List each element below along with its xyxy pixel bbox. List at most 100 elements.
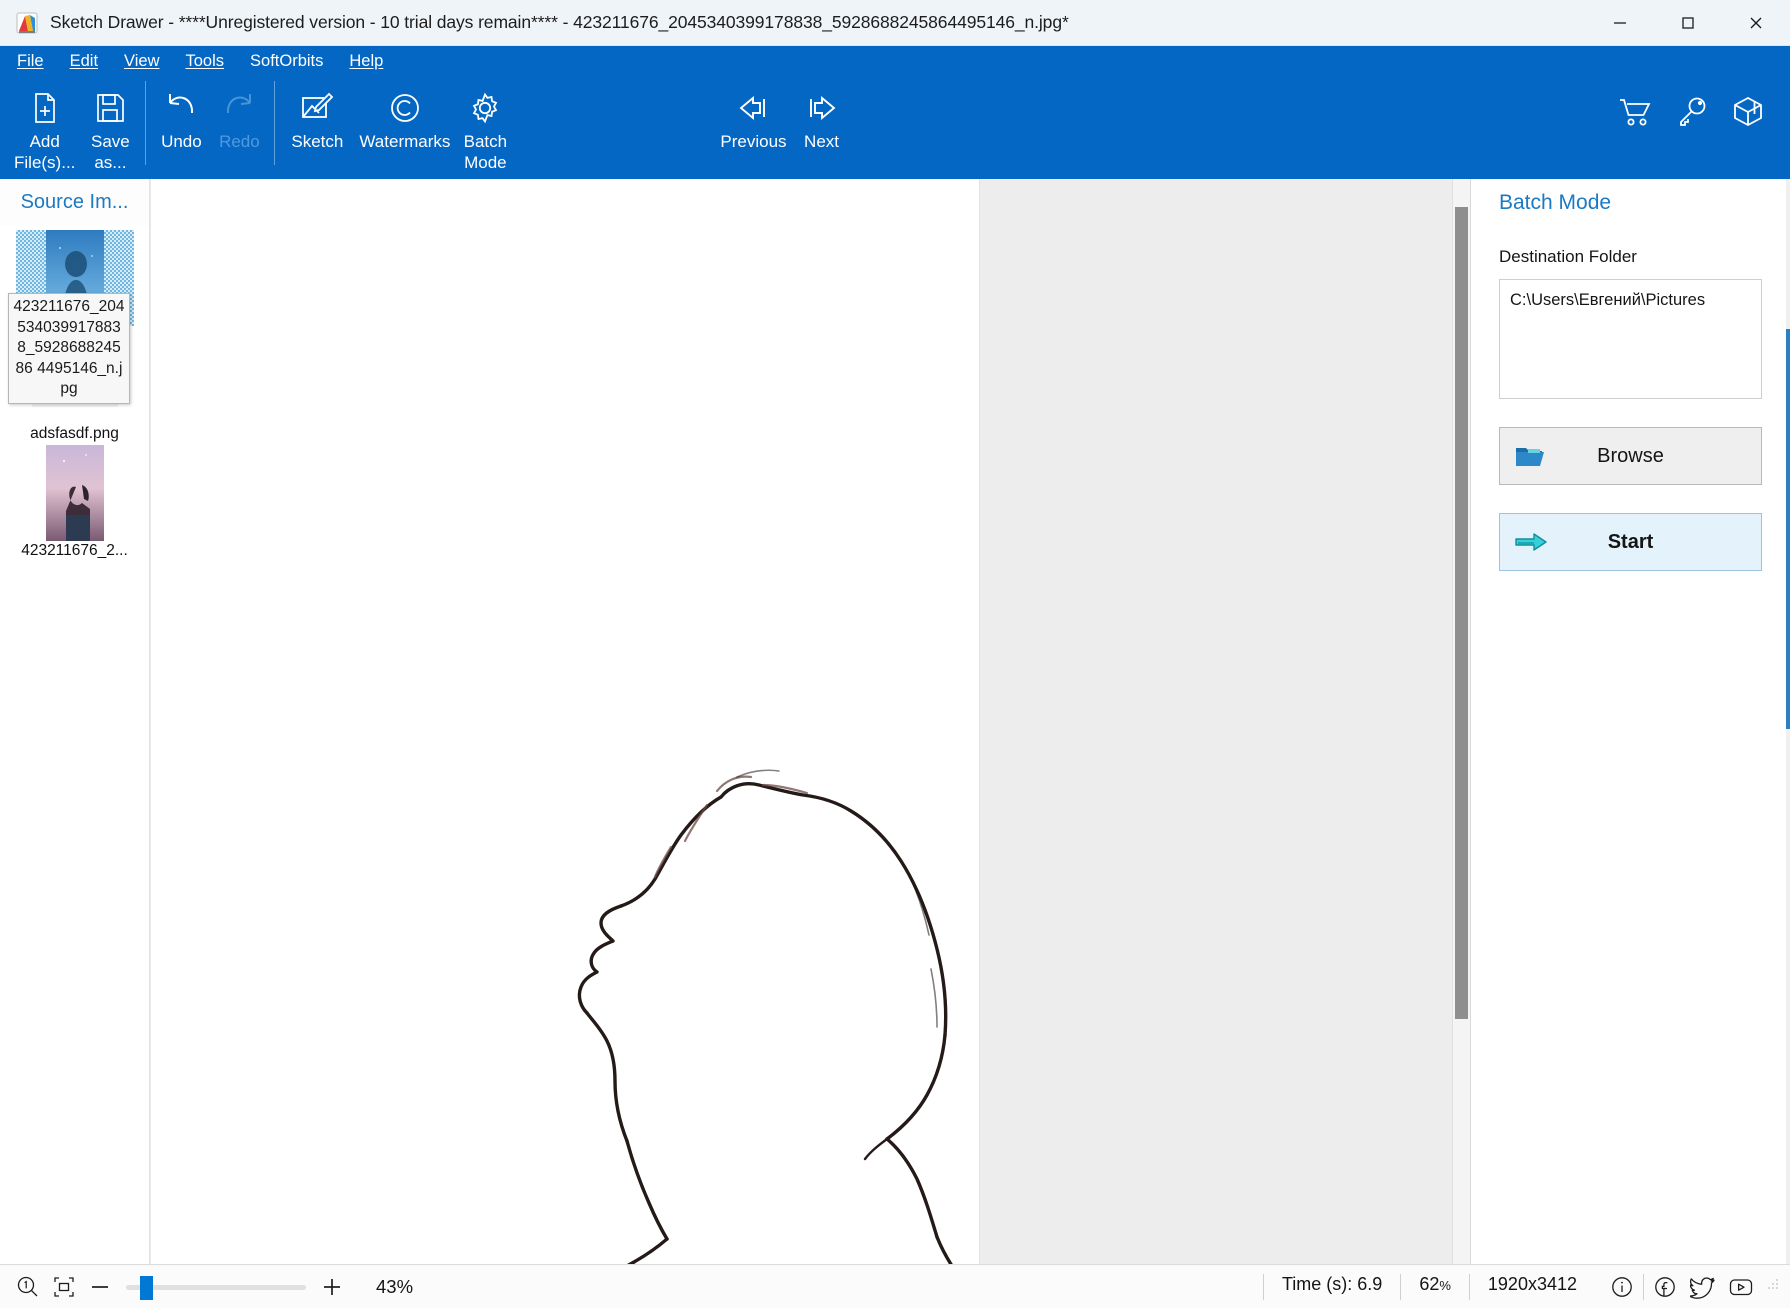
undo-label: Undo	[161, 132, 202, 151]
zoom-slider-knob[interactable]	[140, 1275, 153, 1300]
menu-softorbits-label: SoftOrbits	[250, 51, 324, 70]
facebook-icon[interactable]	[1646, 1270, 1684, 1304]
minimize-button[interactable]	[1586, 0, 1654, 45]
minus-icon	[92, 1285, 108, 1288]
save-as-icon	[93, 88, 127, 128]
menu-tools[interactable]: Tools	[186, 52, 238, 71]
menu-help[interactable]: Help	[349, 52, 396, 71]
add-files-label: Add File(s)...	[14, 132, 76, 172]
key-icon[interactable]	[1676, 97, 1708, 132]
fit-to-window-icon[interactable]	[46, 1270, 82, 1304]
redo-button[interactable]: Redo	[210, 76, 268, 179]
toolbar-separator-2	[274, 81, 276, 165]
canvas-vertical-scrollbar[interactable]	[1452, 179, 1470, 1264]
thumbnail-label-2: adsfasdf.png	[30, 425, 119, 442]
right-panel-scrollbar[interactable]	[1786, 179, 1790, 1264]
batch-mode-label: Batch Mode	[463, 132, 508, 172]
menu-softorbits[interactable]: SoftOrbits	[250, 52, 336, 71]
title-bar: Sketch Drawer - ****Unregistered version…	[0, 0, 1790, 46]
status-bar-social-icons	[1595, 1270, 1782, 1304]
gear-icon	[468, 88, 502, 128]
zoom-slider[interactable]	[126, 1270, 306, 1304]
canvas-outer-background	[979, 179, 1452, 1264]
right-panel-scrollbar-thumb[interactable]	[1786, 329, 1790, 729]
batch-mode-title: Batch Mode	[1499, 190, 1612, 214]
start-button[interactable]: Start	[1499, 513, 1762, 571]
sketch-button[interactable]: Sketch	[281, 76, 353, 179]
add-files-button[interactable]: Add File(s)...	[8, 76, 81, 179]
progress-value: 62	[1419, 1273, 1440, 1294]
sketch-picture-pencil-icon	[299, 88, 335, 128]
watermarks-button[interactable]: Watermarks	[353, 76, 456, 179]
zoom-100-percent-icon[interactable]	[10, 1270, 46, 1304]
info-circle-icon[interactable]	[1603, 1270, 1641, 1304]
status-bar: 43% Time (s): 6.9 62% 1920x3412	[0, 1264, 1790, 1308]
zoom-level-value: 43%	[376, 1275, 414, 1297]
youtube-icon[interactable]	[1722, 1270, 1760, 1304]
plus-icon	[324, 1278, 340, 1295]
save-as-button[interactable]: Save as...	[81, 76, 139, 179]
zoom-in-button[interactable]	[314, 1270, 350, 1304]
menu-view[interactable]: View	[124, 52, 172, 71]
next-label: Next	[804, 132, 840, 151]
menu-tools-label: Tools	[185, 51, 225, 70]
watermarks-label: Watermarks	[359, 132, 451, 151]
sketch-preview-profile-portrait	[151, 179, 979, 1264]
next-arrow-icon	[804, 88, 840, 128]
redo-label: Redo	[219, 132, 260, 151]
menu-edit[interactable]: Edit	[70, 52, 111, 71]
folder-open-icon	[1514, 443, 1546, 469]
menu-file[interactable]: File	[17, 52, 57, 71]
window-resize-grip[interactable]	[1766, 1277, 1780, 1296]
sidebar-header: Source Im...	[0, 179, 149, 226]
zoom-out-button[interactable]	[82, 1270, 118, 1304]
sketch-drawer-logo-icon	[16, 12, 38, 34]
processing-time: Time (s): 6.9	[1262, 1273, 1400, 1300]
undo-arrow-icon	[163, 88, 199, 128]
image-dimensions: 1920x3412	[1468, 1273, 1595, 1300]
close-button[interactable]	[1722, 0, 1790, 45]
main-body: Source Im... adsfasdf.png 423211676_2...…	[0, 179, 1790, 1264]
minimize-icon	[1614, 21, 1626, 24]
canvas-scrollbar-thumb[interactable]	[1455, 207, 1468, 1019]
destination-folder-field[interactable]: C:\Users\Евгений\Pictures	[1499, 279, 1762, 399]
maximize-icon	[1682, 16, 1694, 29]
thumbnail-tooltip: 423211676_2045340399178838_592868824586 …	[8, 293, 130, 404]
progress-percent: 62%	[1400, 1273, 1469, 1300]
canvas-viewport[interactable]	[151, 179, 1452, 1264]
status-divider	[1643, 1273, 1644, 1300]
shopping-cart-icon[interactable]	[1618, 97, 1652, 132]
toolbar: Add File(s)... Save as... Undo Redo Sket…	[0, 76, 1790, 179]
menu-edit-label: Edit	[69, 51, 99, 70]
undo-button[interactable]: Undo	[152, 76, 210, 179]
maximize-button[interactable]	[1654, 0, 1722, 45]
sidebar-title: Source Im...	[20, 191, 129, 213]
toolbar-right-icons	[1618, 76, 1790, 152]
window-title: Sketch Drawer - ****Unregistered version…	[50, 12, 1069, 32]
toolbar-separator-1	[145, 81, 147, 165]
menu-bar: File Edit View Tools SoftOrbits Help	[0, 46, 1790, 76]
window-controls	[1586, 0, 1790, 45]
status-bar-right: Time (s): 6.9 62% 1920x3412	[1262, 1270, 1782, 1304]
thumbnail-preview-3	[45, 445, 104, 541]
previous-button[interactable]: Previous	[714, 76, 792, 152]
thumbnail-image-3[interactable]	[16, 445, 134, 541]
save-as-label: Save as...	[91, 132, 130, 172]
batch-mode-panel: Batch Mode Destination Folder C:\Users\Е…	[1470, 179, 1790, 1264]
previous-label: Previous	[720, 132, 787, 151]
twitter-icon[interactable]	[1684, 1270, 1722, 1304]
browse-button[interactable]: Browse	[1499, 427, 1762, 485]
thumbnail-source-image-3[interactable]: 423211676_2...	[0, 445, 149, 560]
menu-help-label: Help	[349, 51, 384, 70]
next-button[interactable]: Next	[793, 76, 851, 152]
progress-unit: %	[1439, 1277, 1451, 1293]
source-images-sidebar: Source Im... adsfasdf.png 423211676_2...…	[0, 179, 150, 1264]
previous-arrow-icon	[735, 88, 771, 128]
package-box-icon[interactable]	[1732, 96, 1764, 132]
arrow-right-icon	[1514, 531, 1548, 553]
batch-mode-button[interactable]: Batch Mode	[456, 76, 514, 179]
menu-file-label: File	[17, 51, 44, 70]
sketch-label: Sketch	[291, 132, 344, 151]
copyright-icon	[388, 88, 422, 128]
batch-mode-header: Batch Mode	[1499, 179, 1762, 226]
